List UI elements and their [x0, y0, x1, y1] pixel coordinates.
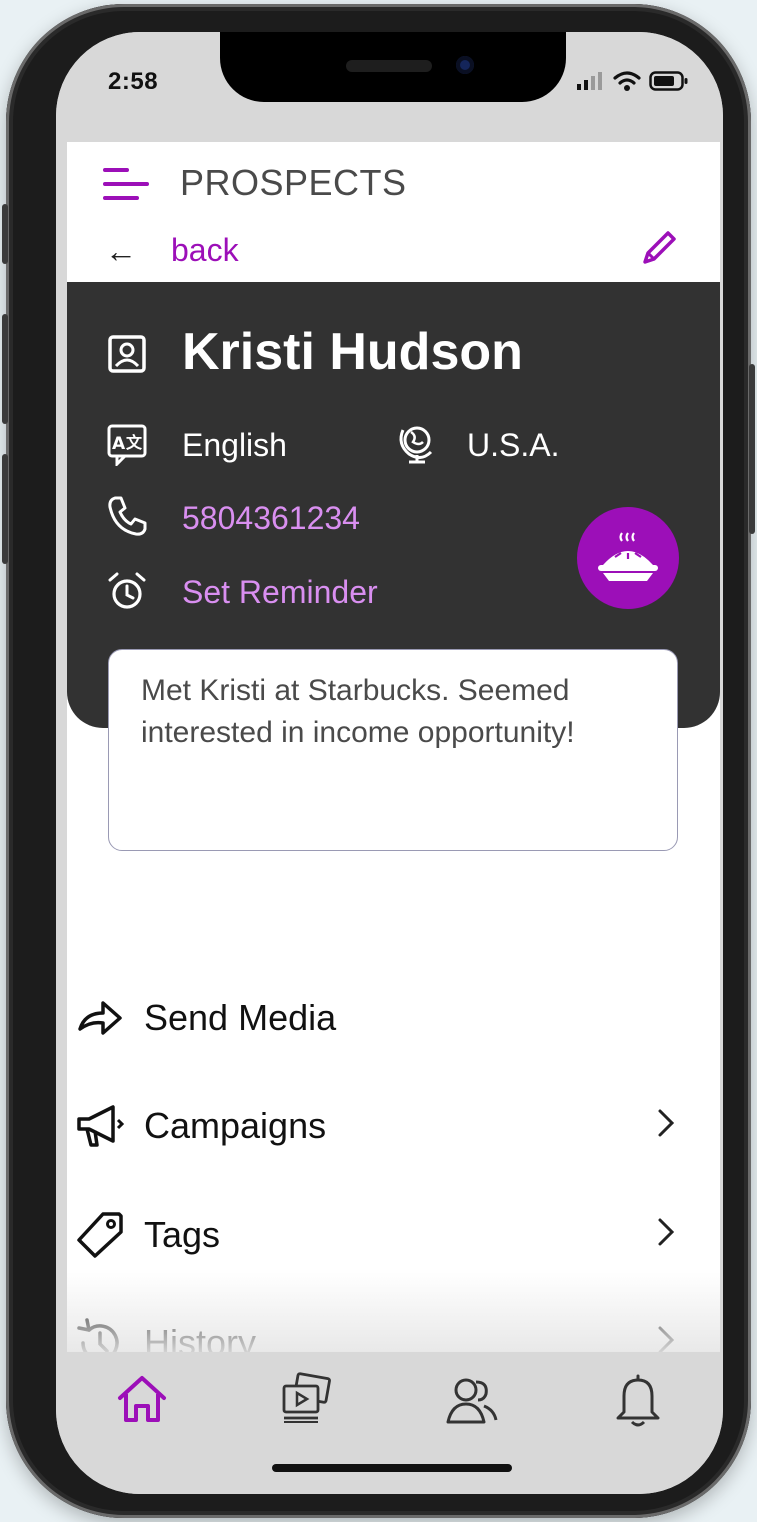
contact-card-icon [108, 335, 146, 373]
bell-icon[interactable] [610, 1372, 666, 1428]
campaigns-label: Campaigns [144, 1105, 327, 1146]
contact-phone-link[interactable]: 5804361234 [182, 500, 360, 537]
speaker [346, 60, 432, 72]
tag-icon [77, 1212, 123, 1258]
pie-icon [598, 532, 658, 581]
app-content: PROSPECTS ← back Kristi Hudson A 文 Engli… [67, 142, 720, 1352]
history-icon [77, 1318, 119, 1352]
history-item[interactable]: History [67, 1302, 720, 1352]
send-icon [78, 1001, 122, 1035]
chevron-right-icon [658, 1109, 675, 1137]
front-camera [456, 56, 474, 74]
mute-switch [2, 204, 8, 264]
history-label: History [144, 1322, 257, 1352]
chevron-right-icon [658, 1326, 675, 1352]
status-bar: 2:58 [56, 32, 723, 142]
top-bar: PROSPECTS ← back [67, 142, 720, 282]
set-reminder-link[interactable]: Set Reminder [182, 574, 378, 611]
back-arrow-icon[interactable]: ← [105, 235, 137, 267]
tags-label: Tags [144, 1214, 221, 1255]
notes-textarea[interactable]: Met Kristi at Starbucks. Seemed interest… [108, 649, 678, 851]
phone-icon [108, 496, 147, 536]
signal-icon [577, 72, 602, 90]
contact-name: Kristi Hudson [182, 323, 523, 381]
svg-text:A: A [112, 434, 126, 454]
back-link[interactable]: back [171, 232, 239, 269]
campaigns-item[interactable]: Campaigns [67, 1085, 720, 1165]
alarm-clock-icon [108, 572, 146, 609]
screen: 2:58 PROSPECTS ← back Kristi Hudson A 文 … [56, 32, 723, 1494]
translate-icon: A 文 [107, 424, 147, 466]
globe-icon [399, 426, 433, 464]
media-icon[interactable] [278, 1372, 334, 1428]
contacts-icon[interactable] [444, 1372, 500, 1428]
chevron-right-icon [658, 1218, 675, 1246]
volume-down-button [2, 454, 8, 564]
pie-action-button[interactable] [577, 507, 679, 609]
phone-frame: 2:58 PROSPECTS ← back Kristi Hudson A 文 … [2, 4, 755, 1518]
wifi-icon [613, 71, 641, 91]
page-title: PROSPECTS [180, 162, 407, 203]
battery-icon [649, 71, 688, 91]
megaphone-icon [77, 1105, 125, 1147]
svg-text:文: 文 [126, 433, 143, 452]
tags-item[interactable]: Tags [67, 1194, 720, 1274]
send-media-label: Send Media [144, 997, 337, 1038]
status-time: 2:58 [108, 68, 159, 95]
contact-language: English [182, 427, 287, 463]
power-button [749, 364, 755, 534]
contact-country: U.S.A. [467, 427, 560, 463]
edit-pencil-icon[interactable] [639, 228, 679, 268]
hamburger-menu-icon[interactable] [103, 168, 149, 204]
status-icons [575, 70, 689, 92]
send-media-item[interactable]: Send Media [67, 977, 720, 1057]
home-icon[interactable] [114, 1372, 170, 1428]
volume-up-button [2, 314, 8, 424]
bottom-tab-bar [56, 1352, 723, 1494]
home-indicator[interactable] [272, 1464, 512, 1472]
